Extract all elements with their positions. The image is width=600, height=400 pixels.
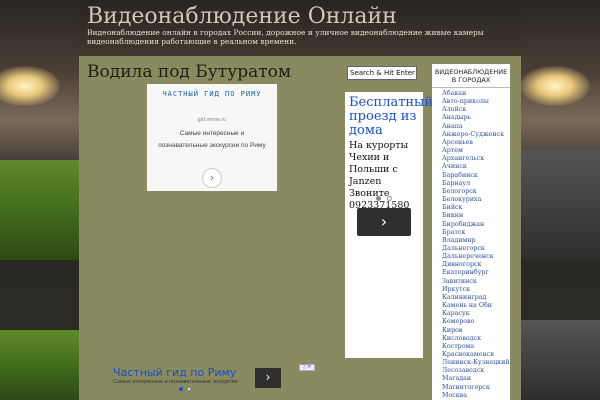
site-description: Видеонаблюдение онлайн в городах России,… xyxy=(87,28,484,46)
city-link[interactable]: Иркутск xyxy=(442,286,509,294)
ad-sidebar-content: Бесплатный проезд из дома На курорты Чех… xyxy=(349,96,433,212)
content-area: Водила под Бутуратом ЧАСТНЫЙ ГИД ПО РИМУ… xyxy=(79,56,521,400)
city-link[interactable]: Барабинск xyxy=(442,172,509,180)
city-link[interactable]: Магадан xyxy=(442,375,509,383)
city-link[interactable]: Кисловодск xyxy=(442,335,509,343)
background-sun-right xyxy=(520,66,590,106)
cities-heading: ВИДЕОНАБЛЮДЕНИЕ В ГОРОДАХ xyxy=(432,68,510,88)
city-link[interactable]: Кострома xyxy=(442,343,509,351)
background-road-right-lower xyxy=(521,320,600,400)
ad-sidebar-arrow-icon[interactable]: › xyxy=(357,208,411,236)
search-input[interactable]: Search & Hit Enter xyxy=(347,66,417,80)
city-link[interactable]: Карасук xyxy=(442,310,509,318)
ad-banner-top[interactable]: ЧАСТНЫЙ ГИД ПО РИМУ gid.vrime.ru Самые и… xyxy=(147,84,277,191)
site-title[interactable]: Видеонаблюдение Онлайн xyxy=(87,4,397,29)
page-wrapper: Видеонаблюдение Онлайн Видеонаблюдение о… xyxy=(79,0,521,400)
city-link[interactable]: Абакан xyxy=(442,90,509,98)
background-road-right xyxy=(521,150,600,260)
ad-bottom-text: Самые интересные и познавательные экскур… xyxy=(113,379,238,385)
ad-sidebar-dot-active[interactable] xyxy=(376,196,381,201)
ad-top-url[interactable]: gid.vrime.ru xyxy=(147,117,277,123)
city-link[interactable]: Дальнереченск xyxy=(442,253,509,261)
city-link[interactable]: Белокуриха xyxy=(442,196,509,204)
city-link[interactable]: Биробиджан xyxy=(442,221,509,229)
city-link[interactable]: Екатеринбург xyxy=(442,269,509,277)
city-link[interactable]: Архангельск xyxy=(442,155,509,163)
city-link[interactable]: Бийск xyxy=(442,204,509,212)
city-link[interactable]: Арсеньев xyxy=(442,139,509,147)
background-grass-left-lower xyxy=(0,330,79,400)
ad-bottom-arrow-icon[interactable]: › xyxy=(255,368,281,388)
city-link[interactable]: Ленинск-Кузнецкий xyxy=(442,359,509,367)
city-link[interactable]: Калининград xyxy=(442,294,509,302)
ad-top-arrow-icon[interactable]: › xyxy=(202,168,222,188)
city-link[interactable]: Бикин xyxy=(442,212,509,220)
post-title[interactable]: Водила под Бутуратом xyxy=(87,62,291,82)
city-list: Абакан Авто-приколы Алейск Анадырь Анапа Анже… xyxy=(442,90,509,400)
city-link[interactable]: Анадырь xyxy=(442,114,509,122)
ad-info-close-icon[interactable]: ⓘ✕ xyxy=(299,364,315,371)
city-link[interactable]: Анжеро-Судженск xyxy=(442,131,509,139)
ad-bottom-dot[interactable] xyxy=(187,387,191,391)
ad-top-text: Самые интересные и познавательные экскур… xyxy=(158,130,266,149)
city-link[interactable]: Киров xyxy=(442,327,509,335)
ad-sidebar-headline[interactable]: Бесплатный проезд из дома xyxy=(349,96,433,138)
main-column: Водила под Бутуратом ЧАСТНЫЙ ГИД ПО РИМУ… xyxy=(79,56,341,400)
site-header: Видеонаблюдение Онлайн Видеонаблюдение о… xyxy=(79,0,521,56)
city-link[interactable]: Краснокаменск xyxy=(442,351,509,359)
sidebar-left: Search & Hit Enter Бесплатный проезд из … xyxy=(345,64,433,358)
city-link[interactable]: Братск xyxy=(442,229,509,237)
ad-bottom-title[interactable]: Частный гид по Риму xyxy=(113,366,236,379)
ad-sidebar[interactable]: Бесплатный проезд из дома На курорты Чех… xyxy=(345,92,433,358)
city-link[interactable]: Дивногорск xyxy=(442,261,509,269)
city-link[interactable]: Дальнегорск xyxy=(442,245,509,253)
background-grass-left xyxy=(0,160,79,260)
city-link[interactable]: Белогорск xyxy=(442,188,509,196)
city-link[interactable]: Артем xyxy=(442,147,509,155)
ad-sidebar-dot[interactable] xyxy=(387,196,392,201)
ad-banner-bottom[interactable]: Частный гид по Риму Самые интересные и п… xyxy=(109,364,315,396)
city-link[interactable]: Москва xyxy=(442,392,509,400)
ad-top-title[interactable]: ЧАСТНЫЙ ГИД ПО РИМУ xyxy=(147,89,277,99)
city-link[interactable]: Завитинск xyxy=(442,278,509,286)
city-link[interactable]: Камень на Оби xyxy=(442,302,509,310)
city-link[interactable]: Авто-приколы xyxy=(442,98,509,106)
city-link[interactable]: Магнитогорск xyxy=(442,384,509,392)
ad-bottom-dot-active[interactable] xyxy=(179,387,183,391)
city-link[interactable]: Кемерово xyxy=(442,318,509,326)
city-link[interactable]: Анапа xyxy=(442,123,509,131)
ad-sidebar-body: На курорты Чехии и Польши с Janzen Звони… xyxy=(349,140,410,211)
city-link[interactable]: Лесозаводск xyxy=(442,367,509,375)
city-link[interactable]: Алейск xyxy=(442,106,509,114)
sidebar-cities: ВИДЕОНАБЛЮДЕНИЕ В ГОРОДАХ Абакан Авто-при… xyxy=(432,64,510,400)
city-link[interactable]: Ачинск xyxy=(442,163,509,171)
city-link[interactable]: Барнаул xyxy=(442,180,509,188)
city-link[interactable]: Владимир xyxy=(442,237,509,245)
